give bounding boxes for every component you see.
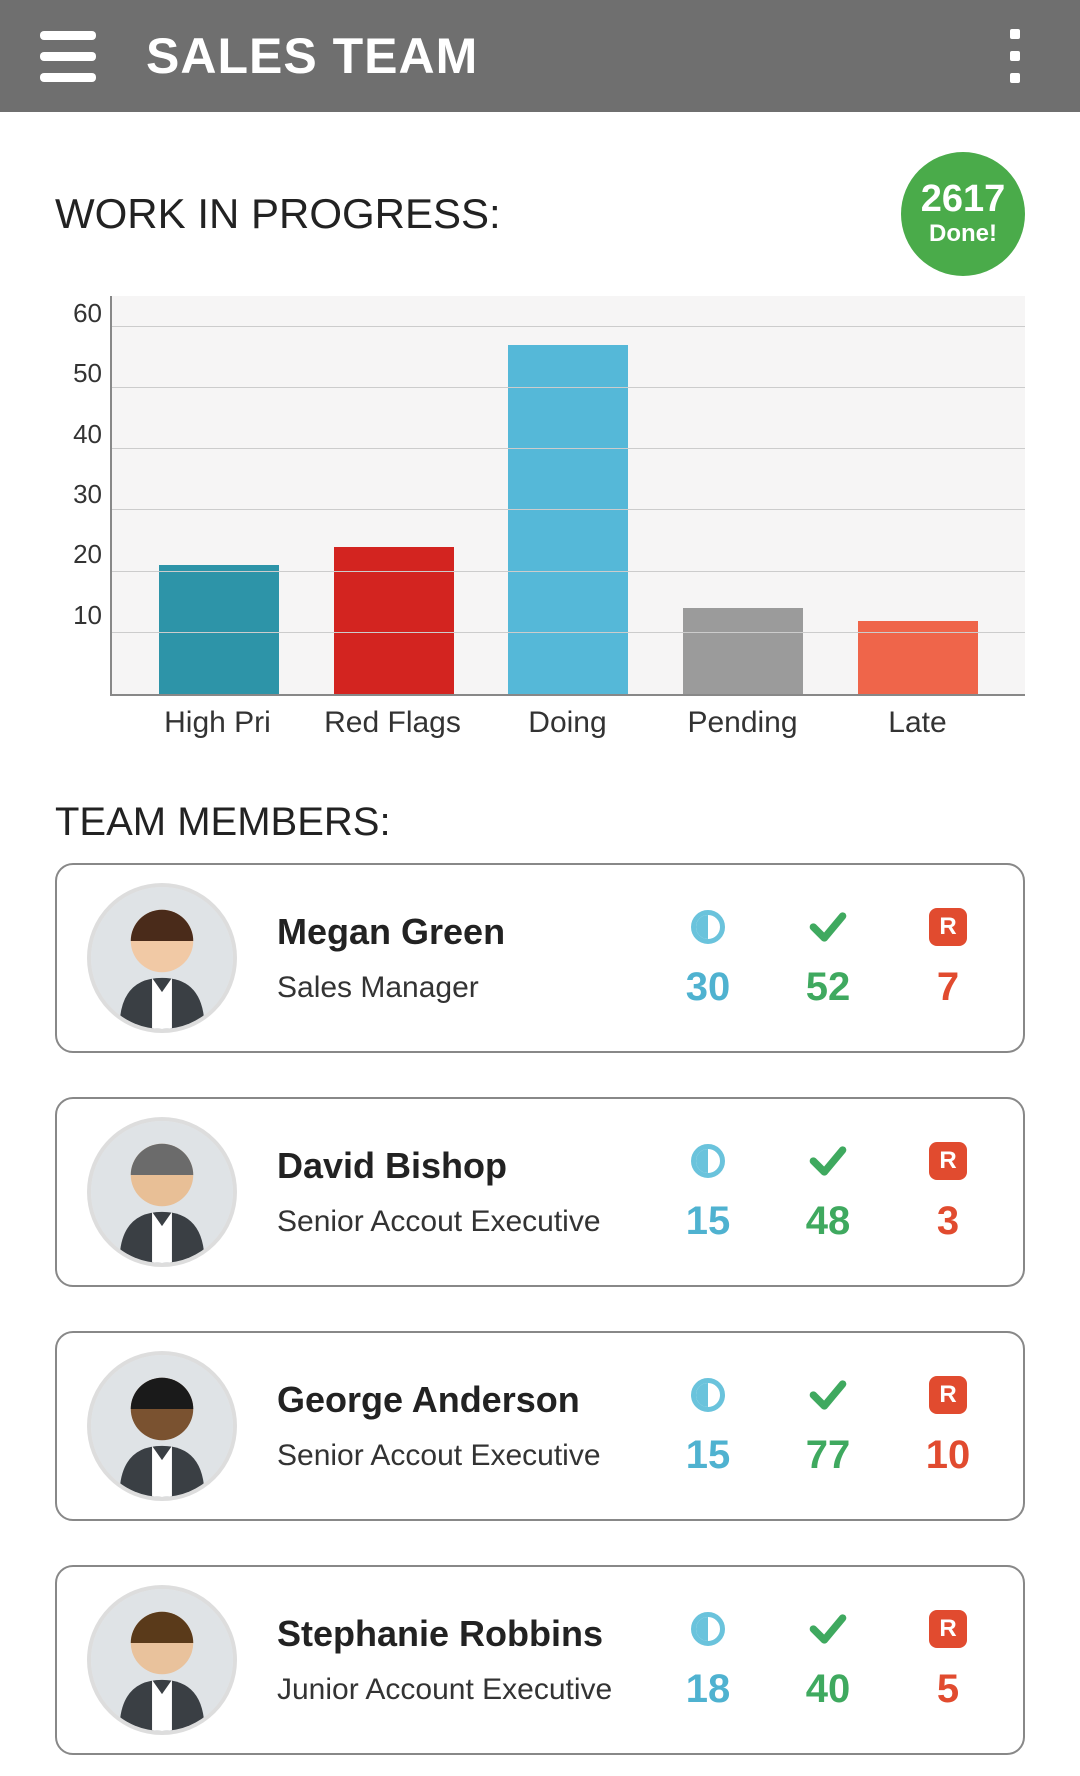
- member-card[interactable]: George Anderson Senior Accout Executive …: [55, 1331, 1025, 1521]
- red-flag-icon: R: [929, 1375, 967, 1415]
- member-role: Sales Manager: [277, 971, 673, 1005]
- stat-half: 15: [686, 1199, 731, 1244]
- menu-icon[interactable]: [40, 31, 96, 82]
- member-name: Megan Green: [277, 911, 673, 953]
- y-tick: 50: [55, 360, 102, 386]
- stat-red: 3: [937, 1199, 959, 1244]
- red-flag-icon: R: [929, 907, 967, 947]
- stat-done: 52: [806, 965, 851, 1010]
- chart-y-axis: 60 50 40 30 20 10: [55, 296, 110, 696]
- avatar: [87, 1351, 237, 1501]
- stat-half: 18: [686, 1667, 731, 1712]
- stat-done: 48: [806, 1199, 851, 1244]
- half-progress-icon: [691, 1609, 725, 1649]
- member-name: Stephanie Robbins: [277, 1613, 673, 1655]
- wip-title: WORK IN PROGRESS:: [55, 190, 501, 238]
- member-name: David Bishop: [277, 1145, 673, 1187]
- chart-bar: [683, 608, 803, 694]
- x-tick: Doing: [488, 706, 648, 740]
- half-progress-icon: [691, 1141, 725, 1181]
- avatar: [87, 1117, 237, 1267]
- y-tick: 60: [55, 300, 102, 326]
- x-tick: Red Flags: [313, 706, 473, 740]
- done-count: 2617: [921, 180, 1006, 218]
- stat-red: 5: [937, 1667, 959, 1712]
- app-header: SALES TEAM: [0, 0, 1080, 112]
- chart-plot: [110, 296, 1025, 696]
- stat-red: 10: [926, 1433, 971, 1478]
- half-progress-icon: [691, 1375, 725, 1415]
- x-tick: High Pri: [138, 706, 298, 740]
- x-tick: Pending: [663, 706, 823, 740]
- check-icon: [806, 1375, 850, 1415]
- wip-chart: 60 50 40 30 20 10 High Pri Red Flags Doing Pendi…: [55, 296, 1025, 740]
- team-section-title: TEAM MEMBERS:: [55, 800, 1025, 845]
- member-role: Junior Account Executive: [277, 1673, 673, 1707]
- member-role: Senior Accout Executive: [277, 1439, 673, 1473]
- y-tick: 10: [55, 602, 102, 628]
- done-badge: 2617 Done!: [901, 152, 1025, 276]
- member-name: George Anderson: [277, 1379, 673, 1421]
- member-card[interactable]: David Bishop Senior Accout Executive 15 …: [55, 1097, 1025, 1287]
- chart-bar: [159, 565, 279, 694]
- chart-bar: [508, 345, 628, 694]
- y-tick: 30: [55, 481, 102, 507]
- chart-bar: [334, 547, 454, 694]
- stat-red: 7: [937, 965, 959, 1010]
- check-icon: [806, 907, 850, 947]
- half-progress-icon: [691, 907, 725, 947]
- avatar: [87, 883, 237, 1033]
- red-flag-icon: R: [929, 1141, 967, 1181]
- more-icon[interactable]: [1010, 29, 1020, 83]
- y-tick: 20: [55, 541, 102, 567]
- x-tick: Late: [838, 706, 998, 740]
- stat-done: 40: [806, 1667, 851, 1712]
- member-role: Senior Accout Executive: [277, 1205, 673, 1239]
- stat-half: 15: [686, 1433, 731, 1478]
- stat-half: 30: [686, 965, 731, 1010]
- chart-x-labels: High Pri Red Flags Doing Pending Late: [110, 696, 1025, 740]
- done-label: Done!: [929, 220, 997, 248]
- red-flag-icon: R: [929, 1609, 967, 1649]
- stat-done: 77: [806, 1433, 851, 1478]
- check-icon: [806, 1609, 850, 1649]
- check-icon: [806, 1141, 850, 1181]
- page-title: SALES TEAM: [146, 27, 478, 85]
- member-card[interactable]: Megan Green Sales Manager 30 52 R 7: [55, 863, 1025, 1053]
- member-card[interactable]: Stephanie Robbins Junior Account Executi…: [55, 1565, 1025, 1755]
- avatar: [87, 1585, 237, 1735]
- y-tick: 40: [55, 421, 102, 447]
